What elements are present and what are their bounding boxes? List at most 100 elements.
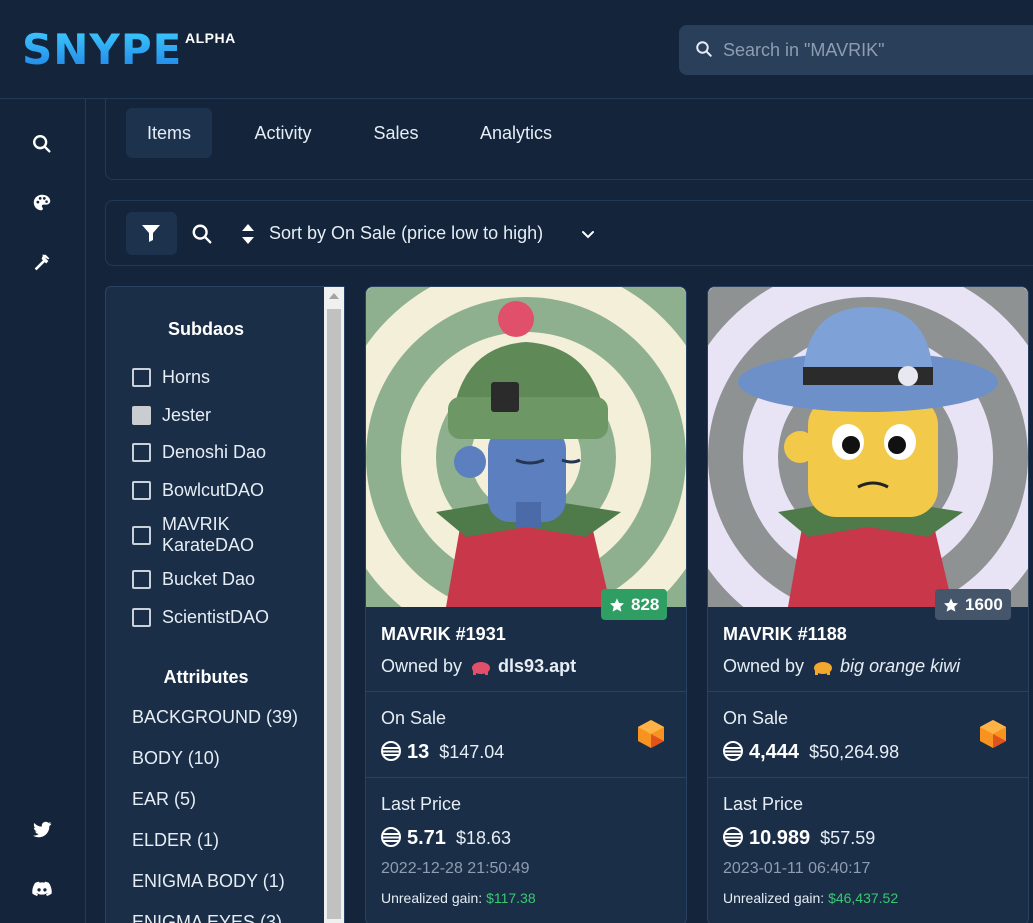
side-rail bbox=[0, 99, 86, 923]
divider bbox=[708, 777, 1028, 778]
scroll-up-arrow[interactable] bbox=[329, 293, 339, 299]
subdao-filter-horns[interactable]: Horns bbox=[132, 367, 210, 388]
checkbox-label: Bucket Dao bbox=[162, 569, 256, 589]
subdao-filter-mavrik-karatedao[interactable]: MAVRIK KarateDAO bbox=[132, 514, 262, 556]
checkbox[interactable] bbox=[132, 525, 151, 545]
items-toolbar: Sort by On Sale (price low to high) bbox=[105, 200, 1033, 266]
sort-dropdown[interactable]: Sort by On Sale (price low to high) bbox=[269, 223, 543, 244]
rarity-rank-badge: 1600 bbox=[935, 589, 1011, 620]
hammer-icon[interactable] bbox=[31, 252, 53, 274]
owner-line: Owned by big orange kiwi bbox=[723, 656, 960, 677]
search-input[interactable] bbox=[723, 25, 1023, 75]
unrealized-gain: Unrealized gain: $46,437.52 bbox=[723, 890, 898, 906]
tab-activity[interactable]: Activity bbox=[236, 108, 330, 158]
subdao-filter-bowlcutdao[interactable]: BowlcutDAO bbox=[132, 480, 264, 501]
unrealized-gain: Unrealized gain: $117.38 bbox=[381, 890, 536, 906]
sale-price: 13 $147.04 bbox=[381, 738, 504, 764]
nft-title[interactable]: MAVRIK #1188 bbox=[723, 624, 847, 645]
owner-name[interactable]: dls93.apt bbox=[498, 656, 576, 677]
search-icon[interactable] bbox=[31, 133, 53, 155]
last-price-label: Last Price bbox=[381, 794, 462, 814]
owned-by-label: Owned by bbox=[723, 656, 805, 676]
checkbox[interactable] bbox=[132, 570, 151, 589]
nft-card[interactable]: 1600 MAVRIK #1188 Owned by big orange ki… bbox=[707, 286, 1029, 923]
checkbox-label: BowlcutDAO bbox=[162, 480, 265, 500]
checkbox[interactable] bbox=[132, 368, 151, 387]
marketplace-icon[interactable] bbox=[636, 719, 666, 749]
on-sale-label: On Sale bbox=[723, 708, 789, 728]
nft-image[interactable] bbox=[708, 287, 1028, 607]
top-header: SNYPE ALPHA bbox=[0, 0, 1033, 99]
attributes-heading: Attributes bbox=[163, 667, 249, 687]
gain-value: $117.38 bbox=[486, 890, 536, 906]
checkbox[interactable] bbox=[132, 481, 151, 500]
attribute-filter-enigma-eyes[interactable]: ENIGMA EYES (3) bbox=[132, 912, 282, 923]
palette-icon[interactable] bbox=[31, 192, 53, 214]
divider bbox=[708, 691, 1028, 692]
subdao-filter-scientistdao[interactable]: ScientistDAO bbox=[132, 607, 269, 628]
filter-sidebar: Subdaos Horns Jester Denoshi Dao Bowlcut… bbox=[105, 286, 345, 923]
sale-price-apt: 13 bbox=[407, 741, 430, 763]
discord-icon[interactable] bbox=[31, 878, 53, 900]
filter-toggle-button[interactable] bbox=[126, 212, 177, 255]
attribute-filter-ear[interactable]: EAR (5) bbox=[132, 789, 196, 810]
collection-search[interactable] bbox=[679, 25, 1033, 75]
attribute-filter-background[interactable]: BACKGROUND (39) bbox=[132, 707, 298, 728]
nft-image[interactable] bbox=[366, 287, 686, 607]
rank-value: 1600 bbox=[965, 594, 1003, 614]
checkbox-label: Jester bbox=[162, 405, 212, 425]
subdao-filter-jester[interactable]: Jester bbox=[132, 405, 211, 426]
last-price-apt: 10.989 bbox=[749, 827, 811, 849]
divider bbox=[366, 691, 686, 692]
tab-bar: Items Activity Sales Analytics bbox=[105, 99, 1033, 180]
checkbox[interactable] bbox=[132, 443, 151, 462]
attribute-filter-elder[interactable]: ELDER (1) bbox=[132, 830, 219, 851]
sale-price: 4,444 $50,264.98 bbox=[723, 738, 899, 764]
checkbox-label: Horns bbox=[162, 367, 211, 387]
nft-card[interactable]: 828 MAVRIK #1931 Owned by dls93.apt On S… bbox=[365, 286, 687, 923]
subdao-filter-denoshi-dao[interactable]: Denoshi Dao bbox=[132, 442, 266, 463]
aptos-icon bbox=[381, 741, 401, 761]
checkbox[interactable] bbox=[132, 608, 151, 627]
owned-by-label: Owned by bbox=[381, 656, 463, 676]
tab-analytics[interactable]: Analytics bbox=[464, 108, 568, 158]
on-sale-label: On Sale bbox=[381, 708, 447, 728]
rarity-rank-badge: 828 bbox=[601, 589, 668, 620]
last-price-usd: $57.59 bbox=[820, 828, 876, 848]
sale-price-apt: 4,444 bbox=[749, 741, 800, 763]
chevron-down-icon[interactable] bbox=[580, 226, 596, 242]
gain-label: Unrealized gain: bbox=[381, 890, 483, 906]
checkbox-label: Denoshi Dao bbox=[162, 442, 267, 462]
tab-items[interactable]: Items bbox=[126, 108, 212, 158]
marketplace-icon[interactable] bbox=[978, 719, 1008, 749]
tab-sales[interactable]: Sales bbox=[356, 108, 436, 158]
search-icon[interactable] bbox=[191, 223, 213, 245]
last-sale-date: 2022-12-28 21:50:49 bbox=[381, 860, 530, 877]
logo-text: SNYPE bbox=[22, 25, 183, 74]
sort-icon bbox=[242, 224, 254, 244]
attribute-filter-enigma-body[interactable]: ENIGMA BODY (1) bbox=[132, 871, 285, 892]
sale-price-usd: $50,264.98 bbox=[809, 742, 900, 762]
owner-line: Owned by dls93.apt bbox=[381, 656, 576, 677]
last-sale-date: 2023-01-11 06:40:17 bbox=[723, 860, 871, 877]
subdao-filter-bucket-dao[interactable]: Bucket Dao bbox=[132, 569, 255, 590]
checkbox[interactable] bbox=[132, 406, 151, 425]
last-price-label: Last Price bbox=[723, 794, 804, 814]
aptos-icon bbox=[723, 741, 743, 761]
filter-icon bbox=[142, 225, 160, 242]
owner-name[interactable]: big orange kiwi bbox=[840, 656, 960, 677]
scroll-thumb[interactable] bbox=[327, 309, 341, 919]
filter-scrollbar[interactable] bbox=[324, 287, 344, 923]
nft-title[interactable]: MAVRIK #1931 bbox=[381, 624, 506, 645]
last-price: 5.71 $18.63 bbox=[381, 824, 511, 850]
twitter-icon[interactable] bbox=[31, 818, 53, 840]
attribute-filter-body[interactable]: BODY (10) bbox=[132, 748, 220, 769]
logo[interactable]: SNYPE ALPHA bbox=[22, 25, 235, 74]
divider bbox=[366, 777, 686, 778]
owner-avatar-icon bbox=[472, 661, 491, 675]
checkbox-label: ScientistDAO bbox=[162, 607, 270, 627]
checkbox-label: MAVRIK KarateDAO bbox=[162, 514, 255, 555]
last-price-usd: $18.63 bbox=[455, 828, 511, 848]
aptos-icon bbox=[723, 827, 743, 847]
gain-value: $46,437.52 bbox=[828, 890, 899, 906]
